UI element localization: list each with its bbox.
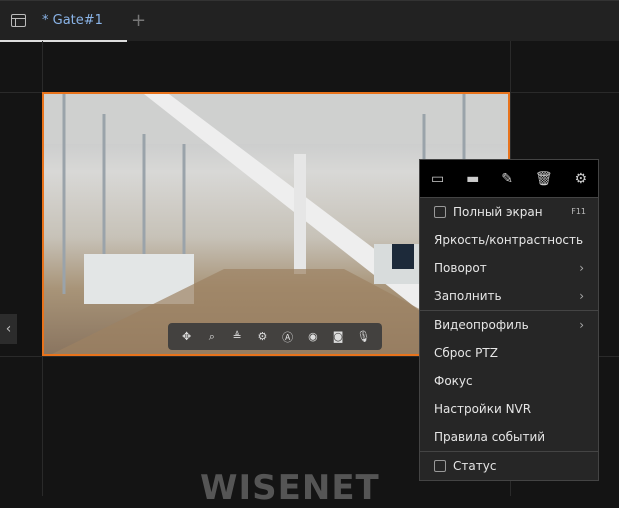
menu-item-rotate[interactable]: Поворот › — [420, 254, 598, 282]
text-overlay-icon[interactable]: Ⓐ — [279, 329, 297, 345]
zoom-area-icon[interactable]: ⌕ — [203, 330, 221, 344]
snapshot-icon[interactable]: ◙ — [329, 330, 347, 343]
wisenet-logo: WISENET — [200, 468, 380, 508]
tab-gate1[interactable]: * Gate#1 — [0, 1, 127, 42]
menu-item-status[interactable]: Статус — [420, 452, 598, 480]
status-checkbox[interactable] — [434, 460, 446, 472]
menu-item-focus[interactable]: Фокус — [420, 367, 598, 395]
menu-item-event-rules[interactable]: Правила событий — [420, 423, 598, 451]
move-icon[interactable]: ✥ — [178, 330, 196, 343]
record-icon[interactable]: ◉ — [304, 330, 322, 343]
menu-item-ptz-reset[interactable]: Сброс PTZ — [420, 339, 598, 367]
menu-item-nvr-settings[interactable]: Настройки NVR — [420, 395, 598, 423]
settings-adjust-icon[interactable]: ⚙ — [253, 330, 271, 343]
menu-header: ▭ ▬ ✎ 🗑 ⚙ — [420, 160, 598, 197]
label: Видеопрофиль — [434, 318, 529, 332]
tab-label: * Gate#1 — [42, 13, 103, 28]
ptz-toolbar: ✥ ⌕ ≜ ⚙ Ⓐ ◉ ◙ 🎙 — [168, 323, 382, 350]
label: Полный экран — [453, 205, 543, 219]
menu-item-brightness[interactable]: Яркость/контрастность — [420, 226, 598, 254]
microphone-icon[interactable]: 🎙 — [354, 330, 372, 343]
menu-item-fill[interactable]: Заполнить › — [420, 282, 598, 310]
window-icon[interactable]: ▭ — [431, 171, 444, 187]
chevron-right-icon: › — [579, 289, 584, 303]
gear-icon[interactable]: ⚙ — [574, 171, 587, 187]
shortcut: F11 — [571, 207, 586, 216]
add-tab-button[interactable]: + — [131, 10, 146, 31]
image-adjust-icon[interactable]: ≜ — [228, 330, 246, 343]
fullscreen-checkbox[interactable] — [434, 206, 446, 218]
menu-item-fullscreen[interactable]: Полный экран F11 — [420, 198, 598, 226]
chevron-right-icon: › — [579, 261, 584, 275]
edit-icon[interactable]: ✎ — [501, 171, 513, 187]
context-menu: ▭ ▬ ✎ 🗑 ⚙ Полный экран F11 Яркость/контра… — [419, 159, 599, 481]
label: Поворот — [434, 261, 487, 275]
label: Заполнить — [434, 289, 502, 303]
label: Статус — [453, 459, 497, 473]
prev-page-button[interactable]: ‹ — [0, 314, 17, 344]
tab-bar: * Gate#1 + — [0, 0, 619, 42]
chevron-right-icon: › — [579, 318, 584, 332]
menu-item-video-profile[interactable]: Видеопрофиль › — [420, 311, 598, 339]
maximize-icon[interactable]: ▬ — [466, 171, 479, 187]
delete-icon[interactable]: 🗑 — [535, 171, 553, 187]
